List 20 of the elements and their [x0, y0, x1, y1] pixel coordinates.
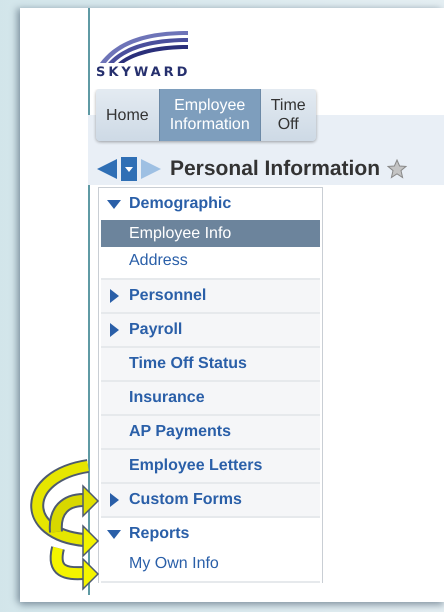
- star-icon[interactable]: [387, 159, 408, 179]
- menu-section[interactable]: Personnel: [101, 280, 320, 312]
- menu-section[interactable]: Reports: [101, 518, 320, 550]
- menu-section[interactable]: Payroll: [101, 314, 320, 346]
- menu-section[interactable]: Employee Letters: [101, 450, 320, 482]
- menu-item[interactable]: My Own Info: [101, 550, 320, 577]
- page-title: Personal Information: [170, 157, 380, 181]
- menu-section[interactable]: AP Payments: [101, 416, 320, 448]
- swoosh-icon: [98, 29, 188, 65]
- menu-section[interactable]: Time Off Status: [101, 348, 320, 380]
- menu-section[interactable]: Demographic: [101, 188, 320, 220]
- menu-item[interactable]: Employee Info: [101, 220, 320, 247]
- nav-tab[interactable]: Time Off: [260, 89, 316, 141]
- nav-tab[interactable]: Home: [96, 89, 159, 141]
- menu-section[interactable]: Custom Forms: [101, 484, 320, 516]
- back-arrow-icon[interactable]: [96, 158, 118, 180]
- menu-section[interactable]: Insurance: [101, 382, 320, 414]
- dropdown-icon[interactable]: [121, 157, 137, 181]
- menu-item[interactable]: Address: [101, 247, 320, 274]
- logo-text: SKYWARD: [96, 65, 190, 81]
